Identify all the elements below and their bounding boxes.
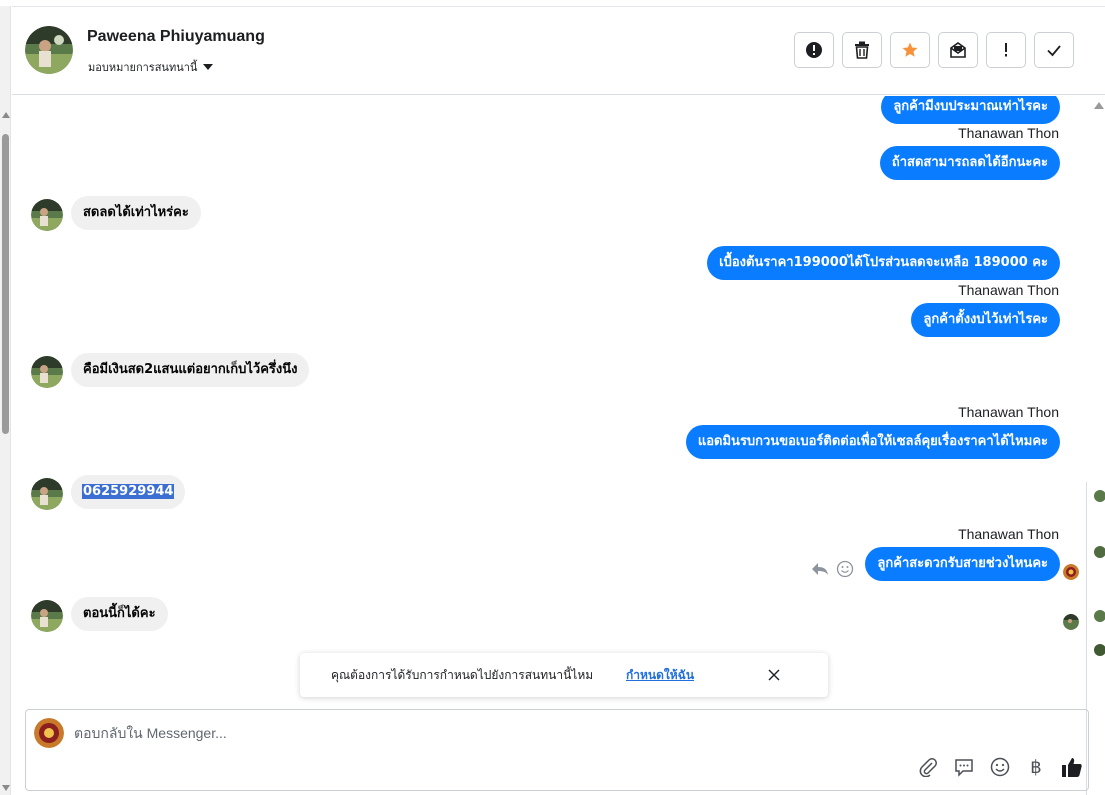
message-hover-tools — [810, 560, 854, 578]
contact-avatar[interactable] — [25, 26, 73, 74]
message-thread[interactable]: ลูกค้ามีงบประมาณเท่าไรคะ Thanawan Thon ถ… — [12, 96, 1092, 706]
chevron-down-icon — [203, 64, 214, 70]
conversation-header: Paweena Phiuyamuang มอบหมายการสนทนานี้ — [12, 7, 1105, 95]
assign-prompt-banner: คุณต้องการได้รับการกำหนดไปยังการสนทนานี้… — [300, 653, 828, 697]
scrollbar-thumb[interactable] — [2, 134, 9, 434]
paperclip-icon — [919, 758, 937, 777]
contact-name[interactable]: Paweena Phiuyamuang — [87, 28, 265, 46]
check-icon — [1047, 45, 1061, 57]
star-icon — [902, 42, 918, 57]
thumbs-up-icon — [1062, 758, 1082, 777]
contact-avatar-small — [31, 600, 63, 632]
message-outgoing[interactable]: ถ้าสดสามารถลดได้อีกนะคะ — [879, 146, 1060, 180]
react-emoji-icon[interactable] — [836, 560, 854, 578]
like-button[interactable] — [1061, 756, 1083, 778]
attach-button[interactable] — [917, 756, 939, 778]
sender-name: Thanawan Thon — [958, 282, 1059, 298]
reply-input[interactable] — [74, 722, 874, 744]
message-incoming[interactable]: คือมีเงินสด2แสนแต่อยากเก็บไว้ครึ่งนึง — [71, 353, 310, 387]
exclamation-icon — [1005, 43, 1007, 57]
message-outgoing[interactable]: แอดมินรบกวนขอเบอร์ติดต่อเพื่อให้เซลล์คุย… — [685, 425, 1060, 459]
messenger-inbox-window: Paweena Phiuyamuang มอบหมายการสนทนานี้ ล… — [0, 0, 1105, 795]
reply-composer: ฿ — [25, 709, 1089, 791]
conversation-avatar[interactable] — [1094, 610, 1105, 622]
contact-avatar-small — [31, 356, 63, 388]
payment-button[interactable]: ฿ — [1025, 756, 1047, 778]
scroll-down-arrow-icon[interactable] — [2, 785, 10, 791]
message-incoming[interactable]: ตอนนี้ก็ได้คะ — [71, 597, 168, 631]
sender-name: Thanawan Thon — [958, 526, 1059, 542]
flag-button[interactable] — [986, 32, 1026, 68]
baht-icon: ฿ — [1030, 756, 1042, 778]
conversation-avatar[interactable] — [1094, 546, 1105, 558]
emoji-icon — [990, 757, 1010, 777]
done-button[interactable] — [1034, 32, 1074, 68]
delete-button[interactable] — [842, 32, 882, 68]
reply-icon[interactable] — [810, 561, 830, 577]
emoji-button[interactable] — [989, 756, 1011, 778]
exclamation-circle-icon — [806, 42, 822, 58]
conversation-avatar[interactable] — [1094, 490, 1105, 502]
close-icon[interactable] — [766, 667, 782, 683]
page-scrollbar[interactable] — [0, 6, 11, 795]
seen-by-contact-avatar — [1063, 614, 1079, 630]
trash-icon — [855, 41, 869, 59]
message-outgoing[interactable]: ลูกค้ามีงบประมาณเท่าไรคะ — [881, 96, 1060, 124]
assign-to-me-link[interactable]: กำหนดให้ฉัน — [626, 666, 694, 685]
mark-unread-button[interactable] — [938, 32, 978, 68]
assign-prompt-text: คุณต้องการได้รับการกำหนดไปยังการสนทนานี้… — [331, 668, 594, 682]
composer-tools: ฿ — [917, 756, 1083, 778]
contact-avatar-small — [31, 199, 63, 231]
star-button[interactable] — [890, 32, 930, 68]
conversation-actions — [794, 32, 1074, 68]
sender-name: Thanawan Thon — [958, 404, 1059, 420]
scroll-up-arrow-icon[interactable] — [1094, 102, 1104, 109]
saved-reply-icon — [955, 759, 973, 777]
message-outgoing[interactable]: เบื้องต้นราคา199000ได้โปรส่วนลดจะเหลือ 1… — [707, 246, 1060, 280]
scroll-up-arrow-icon[interactable] — [2, 112, 10, 118]
assign-conversation-dropdown[interactable]: มอบหมายการสนทนานี้ — [88, 58, 214, 76]
saved-reply-button[interactable] — [953, 756, 975, 778]
sender-name: Thanawan Thon — [958, 125, 1059, 141]
envelope-icon — [950, 42, 966, 58]
selected-phone-number[interactable]: 0625929944 — [82, 484, 175, 499]
message-outgoing[interactable]: ลูกค้าตั้งงบไว้เท่าไรคะ — [911, 303, 1060, 337]
message-outgoing[interactable]: ลูกค้าสะดวกรับสายช่วงไหนคะ — [865, 547, 1060, 581]
message-incoming-phone[interactable]: 0625929944 — [71, 475, 186, 509]
message-incoming[interactable]: สดลดได้เท่าไหร่คะ — [71, 196, 201, 230]
page-avatar — [34, 718, 64, 748]
contact-avatar-small — [31, 478, 63, 510]
conversation-avatar[interactable] — [1094, 644, 1105, 656]
assign-label: มอบหมายการสนทนานี้ — [88, 61, 198, 74]
spam-button[interactable] — [794, 32, 834, 68]
seen-by-avatar — [1063, 564, 1079, 580]
